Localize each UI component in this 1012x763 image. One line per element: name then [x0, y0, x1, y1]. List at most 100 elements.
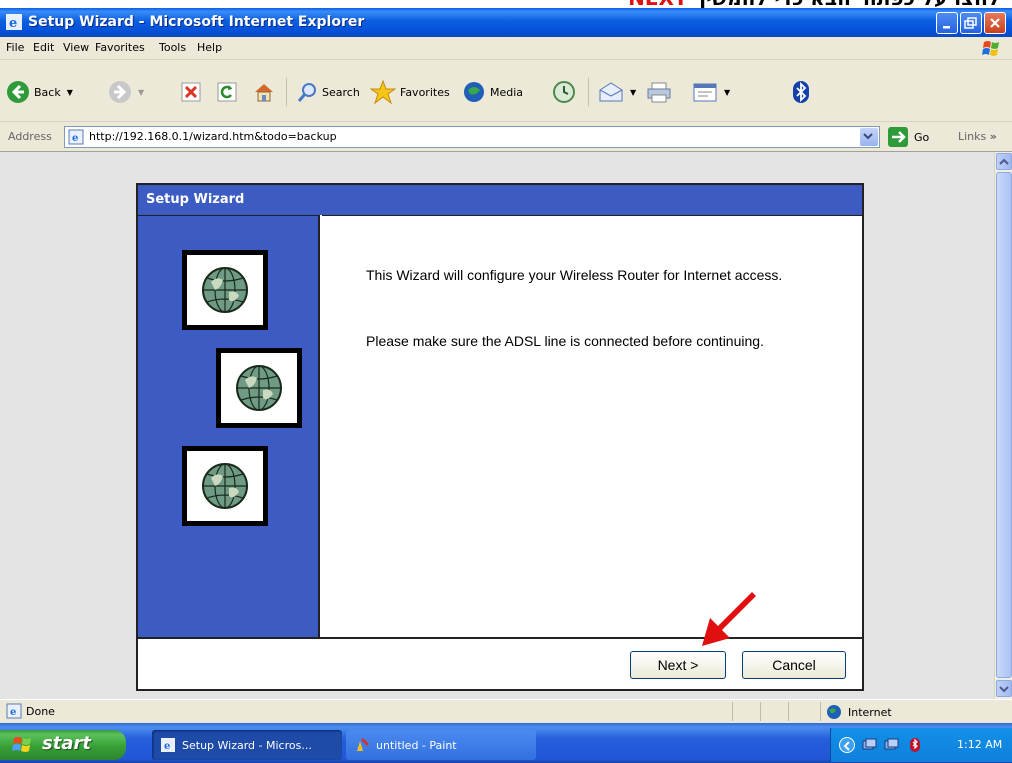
edit-button[interactable]: ▼	[692, 78, 730, 106]
forward-dropdown-icon[interactable]: ▼	[138, 88, 144, 97]
edit-dropdown-icon[interactable]: ▼	[724, 88, 730, 97]
restore-button[interactable]	[960, 12, 982, 34]
globe-icon	[236, 365, 282, 411]
tray-expand-icon[interactable]	[839, 737, 855, 753]
menu-help[interactable]: Help	[197, 41, 222, 54]
vertical-scrollbar[interactable]	[994, 152, 1012, 699]
page-icon: e	[68, 129, 84, 145]
links-label: Links	[958, 130, 987, 143]
go-arrow-icon	[888, 127, 908, 147]
print-button[interactable]	[646, 78, 672, 106]
next-button[interactable]: Next >	[630, 651, 726, 679]
forward-arrow-icon	[109, 81, 131, 103]
mail-button[interactable]: ▼	[598, 78, 636, 106]
system-clock: 1:12 AM	[957, 738, 1003, 751]
toolbar-separator	[588, 78, 589, 106]
wizard-adsl-notice: Please make sure the ADSL line is connec…	[366, 333, 764, 349]
menu-view[interactable]: View	[63, 41, 89, 54]
status-bar: e Done Internet	[0, 699, 1012, 723]
address-label: Address	[8, 130, 52, 143]
wizard-header: Setup Wizard	[138, 185, 862, 215]
close-button[interactable]	[984, 12, 1006, 34]
scroll-thumb[interactable]	[996, 172, 1012, 678]
menu-bar: File Edit View Favorites Tools Help	[0, 37, 1012, 60]
home-button[interactable]	[252, 78, 276, 106]
home-icon	[255, 84, 273, 102]
taskbar-item-paint[interactable]: untitled - Paint	[346, 730, 536, 760]
address-dropdown-icon[interactable]	[860, 128, 878, 146]
media-button[interactable]: Media	[462, 78, 523, 106]
stop-icon	[181, 82, 201, 102]
red-pointer-arrow-icon	[702, 592, 756, 646]
links-button[interactable]: Links »	[958, 130, 997, 143]
caption-hebrew-text: לחצו על כפתור הבא כדי להמשיך	[695, 0, 1000, 8]
windows-flag-icon	[12, 737, 31, 752]
windows-logo-icon	[982, 41, 999, 56]
instruction-caption: NEXT לחצו על כפתור הבא כדי להמשיך	[0, 0, 1012, 8]
history-button[interactable]	[552, 78, 576, 106]
svg-text:e: e	[72, 133, 78, 144]
scroll-down-button[interactable]	[996, 680, 1012, 697]
zone-label: Internet	[848, 705, 892, 719]
window-title: Setup Wizard - Microsoft Internet Explor…	[28, 14, 365, 30]
back-dropdown-icon[interactable]: ▼	[67, 88, 73, 97]
forward-button[interactable]: ▼	[108, 78, 144, 106]
status-panel	[760, 702, 786, 721]
globe-image	[216, 348, 302, 428]
bluetooth-button[interactable]	[792, 78, 810, 106]
network-tray-icon-2[interactable]	[883, 737, 899, 753]
cancel-button[interactable]: Cancel	[742, 651, 846, 679]
taskbar-item-label: untitled - Paint	[376, 738, 457, 752]
menu-tools[interactable]: Tools	[159, 41, 186, 54]
bluetooth-tray-icon[interactable]	[907, 737, 923, 753]
screen: NEXT לחצו על כפתור הבא כדי להמשיך e Setu…	[0, 0, 1012, 763]
back-arrow-icon	[7, 81, 29, 103]
system-tray: 1:12 AM	[830, 728, 1012, 762]
network-tray-icon[interactable]	[861, 737, 877, 753]
history-icon	[553, 81, 575, 103]
start-label: start	[42, 733, 91, 754]
refresh-button[interactable]	[216, 78, 238, 106]
minimize-button[interactable]	[936, 12, 958, 34]
globe-image	[182, 250, 268, 330]
back-label: Back	[34, 85, 61, 99]
taskbar: start e Setup Wizard - Micros... untitle…	[0, 723, 1012, 763]
wizard-body: This Wizard will configure your Wireless…	[322, 215, 862, 637]
globe-icon	[202, 463, 248, 509]
go-button[interactable]: Go	[888, 127, 929, 147]
media-icon	[464, 82, 484, 102]
taskbar-item-setup-wizard[interactable]: e Setup Wizard - Micros...	[152, 730, 342, 760]
status-panel	[788, 702, 818, 721]
menu-file[interactable]: File	[6, 41, 24, 54]
status-panel	[732, 702, 758, 721]
menu-edit[interactable]: Edit	[33, 41, 54, 54]
mail-icon	[599, 82, 623, 102]
search-button[interactable]: Search	[296, 78, 360, 106]
search-label: Search	[322, 85, 360, 99]
address-bar: Address e http://192.168.0.1/wizard.htm&…	[0, 122, 1012, 152]
paint-task-icon	[357, 737, 370, 751]
menu-favorites[interactable]: Favorites	[95, 41, 145, 54]
taskbar-item-label: Setup Wizard - Micros...	[182, 738, 312, 752]
ie-icon: e	[6, 14, 22, 30]
address-input[interactable]: e http://192.168.0.1/wizard.htm&todo=bac…	[64, 126, 880, 148]
wizard-sidebar	[138, 215, 320, 637]
start-button[interactable]: start	[0, 730, 126, 760]
refresh-icon	[217, 82, 237, 102]
search-icon	[297, 83, 316, 102]
window-titlebar[interactable]: e Setup Wizard - Microsoft Internet Expl…	[0, 8, 1012, 37]
standard-toolbar: Back ▼ ▼ Search Favorites Media ▼ ▼	[0, 60, 1012, 122]
security-zone[interactable]: Internet	[826, 704, 892, 720]
mail-dropdown-icon[interactable]: ▼	[630, 88, 636, 97]
favorites-button[interactable]: Favorites	[370, 78, 450, 106]
bluetooth-icon	[793, 81, 809, 103]
stop-button[interactable]	[180, 78, 202, 106]
edit-document-icon	[693, 83, 717, 102]
print-icon	[647, 82, 671, 103]
ie-task-icon: e	[161, 738, 175, 752]
status-text: Done	[26, 705, 55, 718]
back-button[interactable]: Back ▼	[6, 78, 73, 106]
caption-next-word: NEXT	[628, 0, 687, 8]
scroll-up-button[interactable]	[996, 153, 1012, 170]
address-url: http://192.168.0.1/wizard.htm&todo=backu…	[89, 130, 337, 143]
